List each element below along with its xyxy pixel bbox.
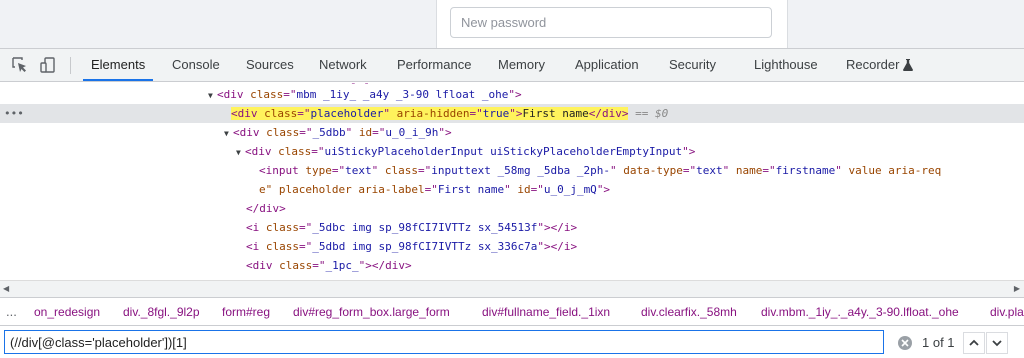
scroll-right-icon[interactable]: ▶ [1014,284,1020,293]
tab-network[interactable]: Network [319,49,367,81]
expand-triangle-icon[interactable]: ▼ [236,143,245,162]
search-input[interactable] [4,330,884,354]
tree-line-close-div[interactable]: </div> [0,199,1024,218]
breadcrumb-item[interactable]: form#reg [222,305,270,319]
breadcrumb-item[interactable]: div._8fgl._9l2p [123,305,200,319]
toolbar-separator [70,57,71,74]
horizontal-scrollbar[interactable]: ◀ ▶ [0,280,1024,297]
search-prev-button[interactable] [963,332,985,354]
tab-memory[interactable]: Memory [498,49,545,81]
tree-line-i-5dbd[interactable]: <i class="_5dbd img sp_98fCI7IVTTz sx_33… [0,237,1024,256]
tab-elements[interactable]: Elements [82,49,154,81]
breadcrumb-item[interactable]: div.clearfix._58mh [641,305,737,319]
devtools-tabbar: Elements Console Sources Network Perform… [0,48,1024,82]
tab-lighthouse[interactable]: Lighthouse [754,49,818,81]
breadcrumb-item[interactable]: div#reg_form_box.large_form [293,305,450,319]
breadcrumb-more-icon[interactable]: ... [6,304,17,319]
flask-icon [903,58,914,71]
tab-security[interactable]: Security [669,49,716,81]
breadcrumb-item[interactable]: div#fullname_field._1ixn [482,305,610,319]
match-count: 1 of 1 [922,335,955,350]
search-next-button[interactable] [986,332,1008,354]
tree-line-i-5dbc[interactable]: <i class="_5dbc img sp_98fCI7IVTTz sx_54… [0,218,1024,237]
tab-recorder[interactable]: Recorder [846,49,914,81]
tree-line-sticky-div[interactable]: ▼ <div class="uiStickyPlaceholderInput ui… [0,142,1024,161]
tab-performance[interactable]: Performance [397,49,471,81]
device-toolbar-icon[interactable] [38,55,58,75]
breadcrumb-item[interactable]: div.mbm._1iy_._a4y._3-90.lfloat._ohe [761,305,959,319]
breadcrumb: ... on_redesign div._8fgl._9l2p form#reg… [0,297,1024,326]
tab-application[interactable]: Application [575,49,639,81]
chevron-up-icon [969,339,979,346]
tree-line-1pc-div[interactable]: <div class="_1pc_"></div> [0,256,1024,275]
tree-line-selected-placeholder[interactable]: ••• <div class="placeholder" aria-hidden… [0,104,1024,123]
expand-triangle-icon[interactable]: ▼ [224,124,233,143]
node-actions-dots[interactable]: ••• [4,104,24,123]
breadcrumb-item[interactable]: on_redesign [34,305,100,319]
scroll-left-icon[interactable]: ◀ [3,284,9,293]
elements-tree: - - ▼<div class="mbm _1iy_ _a4y _3-90 lf… [0,83,1024,279]
tree-line-input[interactable]: <input type="text" class="inputtext _58m… [0,161,1024,180]
tree-line-mbm-div[interactable]: ▼ <div class="mbm _1iy_ _a4y _3-90 lfloat… [0,85,1024,104]
clear-search-icon[interactable] [897,335,913,351]
page-area [0,0,1024,48]
tab-console[interactable]: Console [172,49,220,81]
chevron-down-icon [992,340,1002,347]
breadcrumb-item[interactable]: div.pla [990,305,1024,319]
new-password-input[interactable] [450,7,772,38]
inspect-element-icon[interactable] [10,55,30,75]
tree-line-5dbb-div[interactable]: ▼ <div class="_5dbb" id="u_0_i_9h"> [0,123,1024,142]
tab-sources[interactable]: Sources [246,49,294,81]
expand-triangle-icon[interactable]: ▼ [208,86,217,105]
tab-recorder-label: Recorder [846,57,900,72]
search-bar: 1 of 1 [0,327,1024,358]
tree-line-input-cont[interactable]: e" placeholder aria-label="First name" i… [0,180,1024,199]
